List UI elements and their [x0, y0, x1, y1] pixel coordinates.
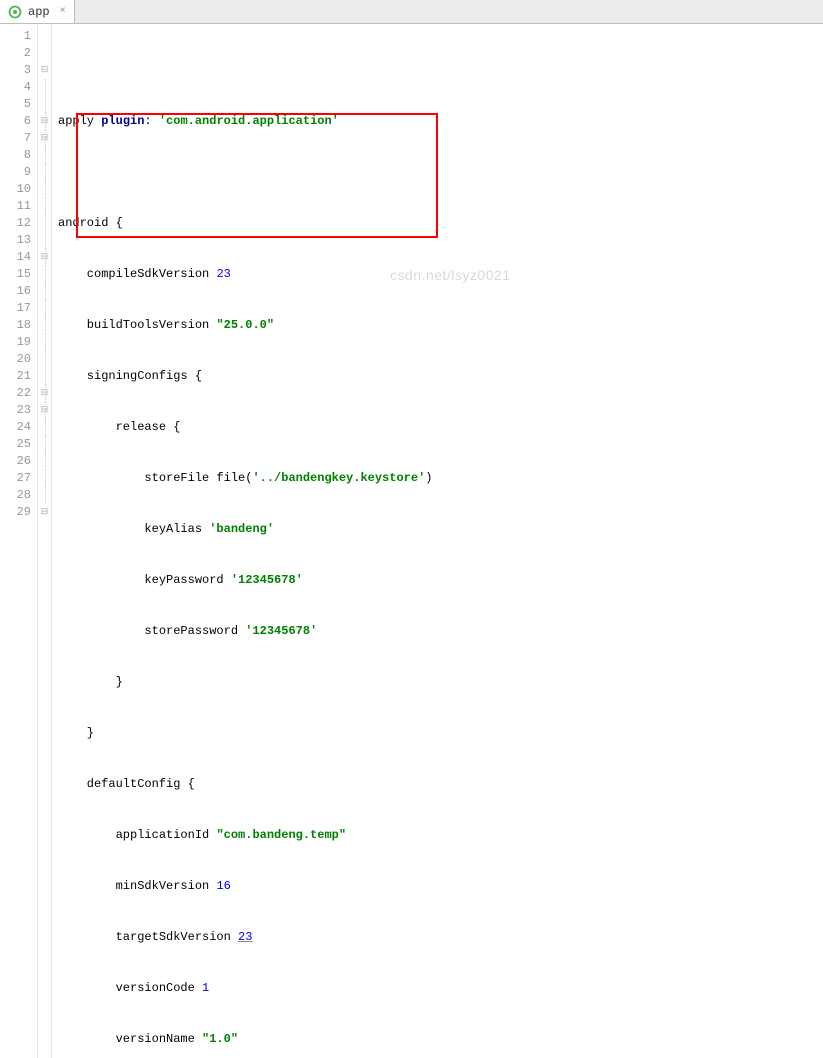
line-number: 26 [2, 453, 31, 470]
code-line: buildToolsVersion "25.0.0" [58, 317, 823, 334]
code-line: release { [58, 419, 823, 436]
line-number: 28 [2, 487, 31, 504]
fold-mark [38, 334, 51, 351]
line-number: 10 [2, 181, 31, 198]
line-number: 11 [2, 198, 31, 215]
line-number: 18 [2, 317, 31, 334]
fold-mark [38, 198, 51, 215]
line-number: 12 [2, 215, 31, 232]
line-number: 24 [2, 419, 31, 436]
close-icon[interactable]: × [60, 6, 66, 17]
fold-mark [38, 266, 51, 283]
line-number: 8 [2, 147, 31, 164]
code-line: apply plugin: 'com.android.application' [58, 113, 823, 130]
fold-mark [38, 283, 51, 300]
code-line: keyAlias 'bandeng' [58, 521, 823, 538]
line-number: 20 [2, 351, 31, 368]
line-number: 7 [2, 130, 31, 147]
line-number-gutter: 1 2 3 4 5 6 7 8 9 10 11 12 13 14 15 16 1… [0, 24, 38, 1058]
code-line: compileSdkVersion 23 [58, 266, 823, 283]
line-number: 13 [2, 232, 31, 249]
code-line [58, 164, 823, 181]
fold-mark [38, 215, 51, 232]
fold-mark [38, 368, 51, 385]
tab-label: app [28, 5, 50, 19]
fold-toggle[interactable]: ⊟ [38, 249, 51, 266]
line-number: 4 [2, 79, 31, 96]
code-line: android { [58, 215, 823, 232]
line-number: 23 [2, 402, 31, 419]
code-line: targetSdkVersion 23 [58, 929, 823, 946]
fold-mark [38, 300, 51, 317]
fold-toggle[interactable]: ⊟ [38, 113, 51, 130]
code-line: storePassword '12345678' [58, 623, 823, 640]
line-number: 2 [2, 45, 31, 62]
line-number: 21 [2, 368, 31, 385]
code-line: defaultConfig { [58, 776, 823, 793]
code-area[interactable]: csdn.net/lsyz0021 apply plugin: 'com.and… [52, 24, 823, 1058]
code-line: keyPassword '12345678' [58, 572, 823, 589]
line-number: 29 [2, 504, 31, 521]
code-line: } [58, 674, 823, 691]
code-line: versionName "1.0" [58, 1031, 823, 1048]
fold-mark [38, 96, 51, 113]
fold-toggle[interactable]: ⊟ [38, 130, 51, 147]
tab-app[interactable]: app × [0, 0, 75, 23]
fold-end: ⊟ [38, 504, 51, 521]
fold-mark [38, 232, 51, 249]
line-number: 5 [2, 96, 31, 113]
line-number: 1 [2, 28, 31, 45]
gradle-icon [8, 5, 22, 19]
code-line: } [58, 725, 823, 742]
code-line: signingConfigs { [58, 368, 823, 385]
fold-mark [38, 436, 51, 453]
code-line: applicationId "com.bandeng.temp" [58, 827, 823, 844]
fold-mark [38, 164, 51, 181]
code-line: versionCode 1 [58, 980, 823, 997]
fold-mark [38, 45, 51, 62]
line-number: 16 [2, 283, 31, 300]
line-number: 14 [2, 249, 31, 266]
fold-mark [38, 487, 51, 504]
fold-mark [38, 453, 51, 470]
fold-mark [38, 28, 51, 45]
fold-mark [38, 351, 51, 368]
code-line: storeFile file('../bandengkey.keystore') [58, 470, 823, 487]
code-line: minSdkVersion 16 [58, 878, 823, 895]
line-number: 9 [2, 164, 31, 181]
tab-bar: app × [0, 0, 823, 24]
fold-gutter: ⊟ ⊟ ⊟ ⊟ ⊟ ⊟ ⊟ [38, 24, 52, 1058]
line-number: 3 [2, 62, 31, 79]
fold-mark [38, 317, 51, 334]
line-number: 17 [2, 300, 31, 317]
fold-mark [38, 419, 51, 436]
line-number: 15 [2, 266, 31, 283]
fold-toggle[interactable]: ⊟ [38, 62, 51, 79]
code-editor[interactable]: 1 2 3 4 5 6 7 8 9 10 11 12 13 14 15 16 1… [0, 24, 823, 1058]
line-number: 6 [2, 113, 31, 130]
line-number: 22 [2, 385, 31, 402]
fold-mark [38, 470, 51, 487]
fold-toggle[interactable]: ⊟ [38, 402, 51, 419]
line-number: 27 [2, 470, 31, 487]
fold-mark [38, 79, 51, 96]
line-number: 19 [2, 334, 31, 351]
fold-toggle[interactable]: ⊟ [38, 385, 51, 402]
fold-mark [38, 147, 51, 164]
line-number: 25 [2, 436, 31, 453]
fold-mark [38, 181, 51, 198]
